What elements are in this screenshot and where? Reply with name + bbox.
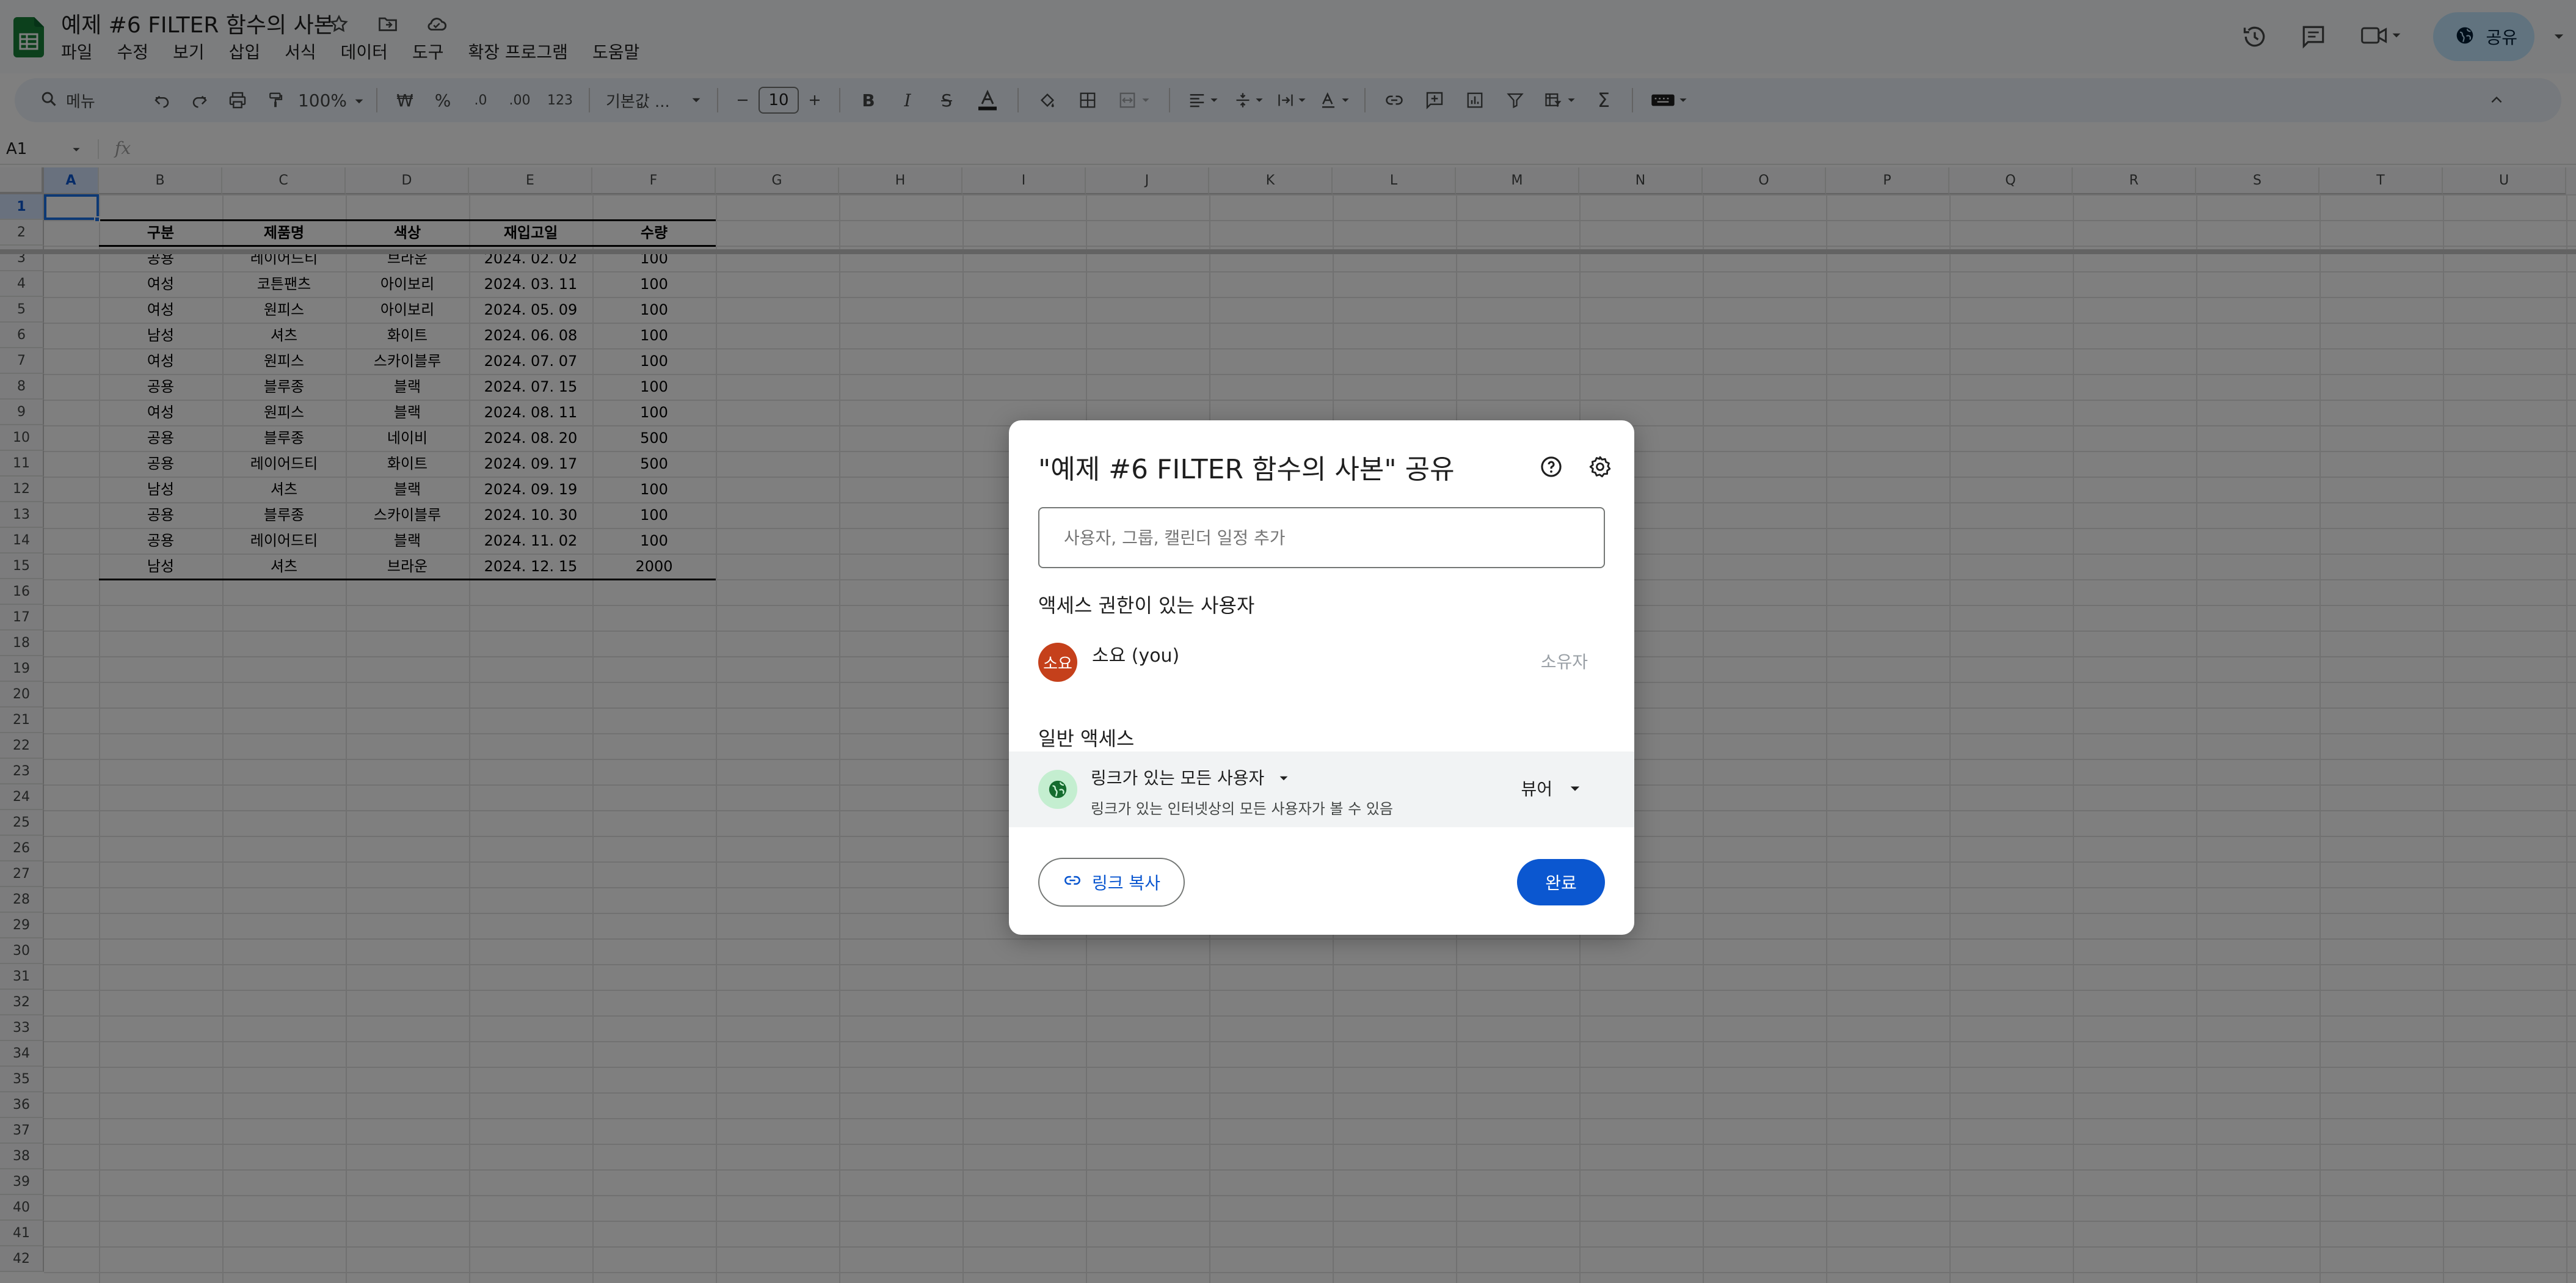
general-access-description: 링크가 있는 인터넷상의 모든 사용자가 볼 수 있음 (1091, 800, 1394, 817)
copy-link-button[interactable]: 링크 복사 (1038, 858, 1185, 907)
gear-icon[interactable] (1585, 452, 1615, 481)
add-people-input[interactable] (1038, 507, 1605, 568)
copy-link-label: 링크 복사 (1092, 873, 1160, 893)
general-access-select[interactable]: 링크가 있는 모든 사용자 (1091, 765, 1289, 789)
general-access-heading: 일반 액세스 (1038, 727, 1135, 750)
avatar: 소요 (1038, 643, 1077, 682)
link-role-select[interactable]: 뷰어 (1521, 776, 1581, 800)
help-icon[interactable] (1537, 452, 1566, 481)
share-dialog-title: "예제 #6 FILTER 함수의 사본" 공유 (1038, 454, 1455, 485)
done-button[interactable]: 완료 (1517, 859, 1605, 905)
share-dialog: "예제 #6 FILTER 함수의 사본" 공유 액세스 권한이 있는 사용자 … (1009, 420, 1634, 935)
user-role-owner: 소유자 (1540, 652, 1588, 672)
link-icon (1063, 872, 1082, 893)
general-access-row: 링크가 있는 모든 사용자 링크가 있는 인터넷상의 모든 사용자가 볼 수 있… (1009, 751, 1634, 827)
globe-icon (1038, 770, 1077, 809)
user-name: 소요 (you) (1092, 645, 1180, 667)
chevron-down-icon (1279, 767, 1289, 788)
people-with-access-heading: 액세스 권한이 있는 사용자 (1038, 594, 1255, 617)
chevron-down-icon (1570, 778, 1581, 799)
link-role-value: 뷰어 (1521, 779, 1552, 799)
general-access-value: 링크가 있는 모든 사용자 (1091, 768, 1265, 788)
